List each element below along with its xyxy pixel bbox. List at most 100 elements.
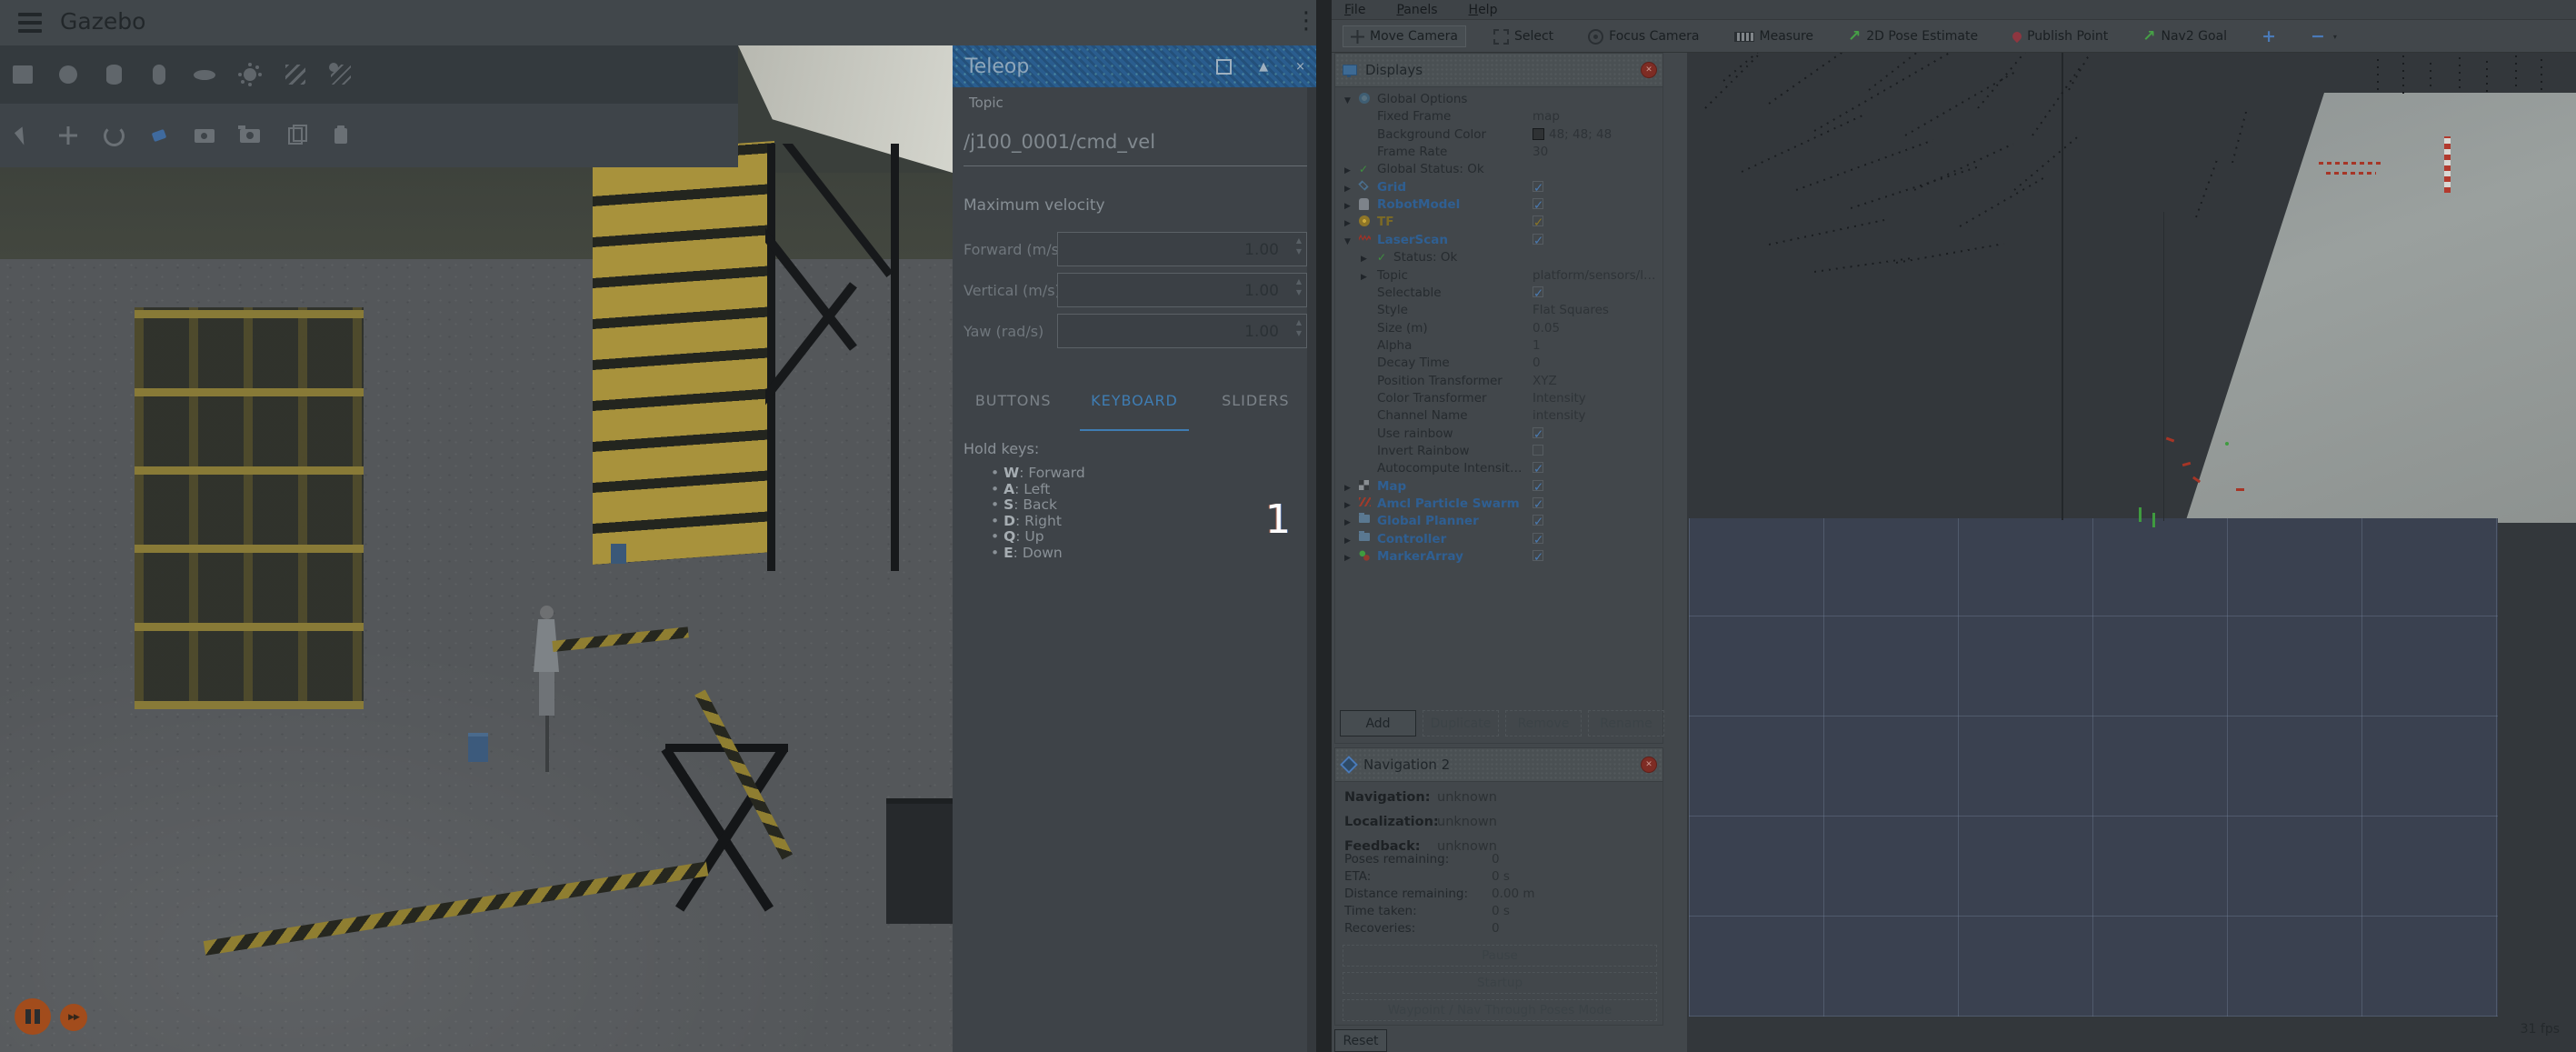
gz-insert-capsule[interactable] bbox=[136, 45, 182, 104]
menu-help[interactable]: Help bbox=[1469, 3, 1498, 17]
row-value[interactable]: Intensity bbox=[1533, 392, 1586, 406]
row-value[interactable]: Flat Squares bbox=[1533, 304, 1609, 317]
gz-insert-directional-light[interactable] bbox=[273, 45, 318, 104]
collapse-row-icon[interactable]: ▼ bbox=[1344, 235, 1351, 249]
gz-insert-spot-light[interactable] bbox=[318, 45, 364, 104]
spin-down-icon[interactable]: ▼ bbox=[1296, 248, 1302, 255]
expand-row-icon[interactable]: ▶ bbox=[1344, 499, 1351, 513]
display-row-autocompute-intensit[interactable]: Autocompute Intensit…✓ bbox=[1337, 460, 1659, 477]
display-row-alpha[interactable]: Alpha1 bbox=[1337, 337, 1659, 355]
tab-keyboard[interactable]: KEYBOARD bbox=[1073, 380, 1194, 420]
gz-insert-cylinder[interactable] bbox=[91, 45, 136, 104]
tool-nav2-goal[interactable]: ↗Nav2 Goal bbox=[2135, 26, 2234, 47]
close-displays-button[interactable]: ✕ bbox=[1641, 62, 1657, 78]
row-checkbox[interactable]: ✓ bbox=[1533, 550, 1543, 561]
tool-select[interactable]: Select bbox=[1486, 26, 1561, 47]
row-value[interactable]: platform/sensors/l… bbox=[1533, 269, 1655, 283]
display-row-laserscan[interactable]: ▼LaserScan✓ bbox=[1337, 232, 1659, 249]
row-checkbox[interactable]: ✓ bbox=[1533, 215, 1543, 226]
spin-up-icon[interactable]: ▲ bbox=[1296, 237, 1302, 245]
gz-insert-box[interactable] bbox=[0, 45, 45, 104]
gz-tool-record[interactable] bbox=[182, 104, 227, 167]
row-checkbox[interactable]: ✓ bbox=[1533, 181, 1543, 192]
gz-insert-point-light[interactable] bbox=[227, 45, 273, 104]
display-row-size-m[interactable]: Size (m)0.05 bbox=[1337, 320, 1659, 337]
display-row-robotmodel[interactable]: ▶RobotModel✓ bbox=[1337, 196, 1659, 214]
row-value[interactable]: 1 bbox=[1533, 339, 1541, 353]
field-input-yaw-rad-s[interactable]: 1.00▲▼ bbox=[1057, 314, 1307, 348]
collapse-row-icon[interactable]: ▼ bbox=[1344, 95, 1351, 108]
gz-tool-translate[interactable] bbox=[45, 104, 91, 167]
display-row-selectable[interactable]: Selectable✓ bbox=[1337, 285, 1659, 302]
display-row-fixed-frame[interactable]: Fixed Framemap bbox=[1337, 108, 1659, 125]
gz-insert-ellipsoid[interactable] bbox=[182, 45, 227, 104]
expand-row-icon[interactable]: ▶ bbox=[1344, 165, 1351, 178]
display-row-global-options[interactable]: ▼Global Options bbox=[1337, 91, 1659, 108]
close-navigation2-button[interactable]: ✕ bbox=[1641, 756, 1657, 773]
display-row-markerarray[interactable]: ▶MarkerArray✓ bbox=[1337, 548, 1659, 566]
row-checkbox[interactable]: ✓ bbox=[1533, 497, 1543, 508]
display-row-grid[interactable]: ▶Grid✓ bbox=[1337, 179, 1659, 196]
step-forward-button[interactable]: ▶▶ bbox=[60, 1004, 87, 1031]
row-checkbox[interactable]: ✓ bbox=[1533, 427, 1543, 438]
tool-move-camera[interactable]: Move Camera bbox=[1343, 25, 1466, 47]
gz-tool-paste[interactable] bbox=[318, 104, 364, 167]
spin-up-icon[interactable]: ▲ bbox=[1296, 319, 1302, 326]
rviz-3d-viewport[interactable]: 31 fps bbox=[1687, 53, 2576, 1052]
expand-row-icon[interactable]: ▶ bbox=[1344, 516, 1351, 530]
expand-row-icon[interactable]: ▶ bbox=[1344, 552, 1351, 566]
row-value[interactable]: 30 bbox=[1533, 145, 1548, 159]
field-input-forward-m-s[interactable]: 1.00▲▼ bbox=[1057, 232, 1307, 266]
expand-row-icon[interactable]: ▶ bbox=[1344, 200, 1351, 214]
display-row-use-rainbow[interactable]: Use rainbow✓ bbox=[1337, 426, 1659, 443]
expand-row-icon[interactable]: ▶ bbox=[1344, 482, 1351, 496]
popout-icon[interactable] bbox=[1216, 59, 1232, 75]
expand-row-icon[interactable]: ▶ bbox=[1344, 535, 1351, 548]
display-row-topic[interactable]: ▶Topicplatform/sensors/l… bbox=[1337, 267, 1659, 285]
gz-tool-scale[interactable] bbox=[136, 104, 182, 167]
row-value[interactable]: 0.05 bbox=[1533, 322, 1560, 336]
teleop-header[interactable]: Teleop ▲ × bbox=[953, 45, 1316, 87]
spin-up-icon[interactable]: ▲ bbox=[1296, 278, 1302, 286]
gz-insert-sphere[interactable] bbox=[45, 45, 91, 104]
gz-tool-select-arrow[interactable] bbox=[0, 104, 45, 167]
display-row-controller[interactable]: ▶Controller✓ bbox=[1337, 531, 1659, 548]
row-checkbox[interactable]: ✓ bbox=[1533, 198, 1543, 209]
gz-tool-copy[interactable] bbox=[273, 104, 318, 167]
gz-tool-screenshot[interactable] bbox=[227, 104, 273, 167]
tool-focus-camera[interactable]: Focus Camera bbox=[1581, 26, 1706, 47]
display-row-map[interactable]: ▶Map✓ bbox=[1337, 478, 1659, 496]
tool-[interactable]: + bbox=[2254, 24, 2283, 49]
display-row-color-transformer[interactable]: Color TransformerIntensity bbox=[1337, 390, 1659, 407]
tool-measure[interactable]: Measure bbox=[1727, 26, 1822, 46]
display-row-decay-time[interactable]: Decay Time0 bbox=[1337, 355, 1659, 372]
row-value[interactable]: 48; 48; 48 bbox=[1549, 128, 1612, 142]
row-checkbox[interactable]: ✓ bbox=[1533, 480, 1543, 491]
tab-buttons[interactable]: BUTTONS bbox=[953, 380, 1073, 420]
displays-panel-header[interactable]: Displays ✕ bbox=[1335, 54, 1662, 87]
display-row-style[interactable]: StyleFlat Squares bbox=[1337, 302, 1659, 319]
display-row-global-status-ok[interactable]: ▶✓Global Status: Ok bbox=[1337, 161, 1659, 178]
menu-panels[interactable]: Panels bbox=[1396, 3, 1437, 17]
display-row-frame-rate[interactable]: Frame Rate30 bbox=[1337, 144, 1659, 161]
row-value[interactable]: map bbox=[1533, 110, 1560, 124]
pause-button[interactable] bbox=[15, 998, 51, 1035]
tool-[interactable]: −▾ bbox=[2303, 24, 2344, 49]
display-row-position-transformer[interactable]: Position TransformerXYZ bbox=[1337, 373, 1659, 390]
menu-file[interactable]: File bbox=[1344, 3, 1365, 17]
tool-publish-point[interactable]: Publish Point bbox=[2005, 26, 2115, 46]
row-value[interactable]: intensity bbox=[1533, 409, 1586, 423]
row-value[interactable]: XYZ bbox=[1533, 375, 1557, 388]
spin-down-icon[interactable]: ▼ bbox=[1296, 289, 1302, 296]
topic-input[interactable]: /j100_0001/cmd_vel bbox=[964, 131, 1155, 153]
row-checkbox[interactable]: ✓ bbox=[1533, 515, 1543, 526]
color-swatch[interactable] bbox=[1533, 128, 1544, 140]
spin-down-icon[interactable]: ▼ bbox=[1296, 330, 1302, 337]
row-checkbox[interactable] bbox=[1533, 445, 1543, 456]
field-input-vertical-m-s[interactable]: 1.00▲▼ bbox=[1057, 273, 1307, 307]
display-row-channel-name[interactable]: Channel Nameintensity bbox=[1337, 407, 1659, 425]
display-row-invert-rainbow[interactable]: Invert Rainbow bbox=[1337, 443, 1659, 460]
hamburger-menu-icon[interactable] bbox=[18, 13, 42, 33]
expand-row-icon[interactable]: ▶ bbox=[1344, 217, 1351, 231]
display-row-background-color[interactable]: Background Color48; 48; 48 bbox=[1337, 126, 1659, 144]
